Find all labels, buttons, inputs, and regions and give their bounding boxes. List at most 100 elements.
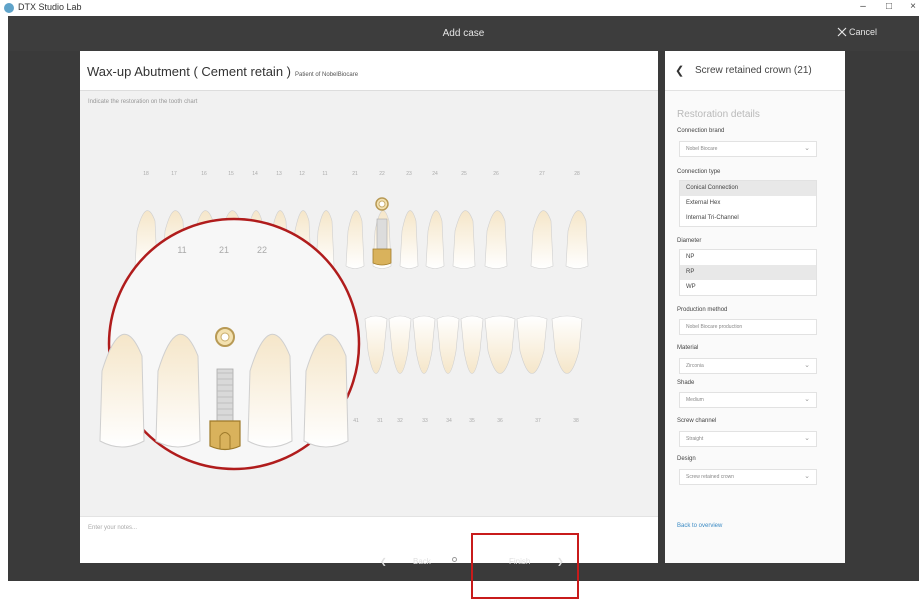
app-frame: Add case Cancel Wax-up Abutment ( Cement… [8, 16, 919, 581]
connection-brand-value: Nobel Biocare [686, 146, 718, 152]
screw-channel-label: Screw channel [677, 418, 717, 424]
tooth-number: 32 [397, 418, 403, 424]
tooth-number: 15 [228, 171, 234, 177]
shade-label: Shade [677, 380, 695, 386]
connection-type-option[interactable]: External Hex [680, 196, 816, 211]
material-value: Zirconia [686, 363, 704, 369]
tooth-number: 38 [573, 418, 579, 424]
close-icon [837, 27, 847, 37]
cancel-label: Cancel [848, 27, 877, 37]
diameter-option[interactable]: WP [680, 280, 816, 295]
lower-tooth[interactable] [412, 315, 436, 374]
lower-tooth[interactable] [551, 315, 583, 374]
tooth-number: 33 [422, 418, 428, 424]
zoom-implant-screw [216, 368, 234, 422]
chevron-down-icon: ⌄ [804, 473, 810, 480]
case-title-text: Wax-up Abutment ( Cement retain ) [87, 64, 291, 79]
page-title: Add case [442, 28, 485, 39]
chevron-left-icon[interactable]: ❮ [380, 557, 387, 566]
step-dot-inactive[interactable] [452, 557, 457, 562]
restoration-title: Screw retained crown (21) [695, 65, 812, 76]
tooth-number: 22 [379, 171, 385, 177]
tooth-number: 23 [406, 171, 412, 177]
lower-tooth[interactable] [436, 315, 460, 374]
connection-brand-label: Connection brand [677, 128, 725, 134]
case-subtitle: Patient of NobelBiocare [295, 72, 359, 78]
screw-channel-select[interactable]: Straight ⌄ [679, 431, 817, 447]
tooth-number: 13 [276, 171, 282, 177]
lower-tooth[interactable] [364, 315, 388, 374]
lower-tooth[interactable] [484, 315, 516, 374]
lower-tooth[interactable] [388, 315, 412, 374]
tooth-number: 17 [171, 171, 177, 177]
chevron-down-icon: ⌄ [804, 435, 810, 442]
app-logo-icon [4, 3, 14, 13]
minimize-button[interactable]: – [856, 1, 870, 12]
zoom-tooth[interactable] [99, 333, 145, 448]
zoom-abutment [209, 420, 241, 451]
design-select[interactable]: Screw retained crown ⌄ [679, 469, 817, 485]
tooth-number: 41 [353, 418, 359, 424]
case-title: Wax-up Abutment ( Cement retain ) Patient… [87, 64, 358, 79]
cancel-button[interactable]: Cancel [837, 27, 877, 37]
tooth-number: 14 [252, 171, 258, 177]
tooth-number: 12 [299, 171, 305, 177]
diameter-option[interactable]: NP [680, 250, 816, 265]
chart-instruction: Indicate the restoration on the tooth ch… [88, 99, 198, 105]
tooth-number: 21 [352, 171, 358, 177]
lower-tooth[interactable] [516, 315, 548, 374]
chevron-down-icon: ⌄ [804, 362, 810, 369]
upper-tooth[interactable] [425, 210, 445, 269]
shade-value: Medium [686, 397, 704, 403]
case-header: Wax-up Abutment ( Cement retain ) Patient… [80, 51, 658, 91]
tooth-number: 27 [539, 171, 545, 177]
connection-type-option[interactable]: Internal Tri-Channel [680, 211, 816, 226]
lower-teeth[interactable] [364, 315, 583, 374]
material-label: Material [677, 345, 699, 351]
maximize-button[interactable]: □ [882, 1, 896, 12]
app-title: DTX Studio Lab [18, 2, 82, 12]
tooth-number: 35 [469, 418, 475, 424]
header-bar: Add case Cancel [8, 16, 919, 51]
production-method-value: Nobel Biocare production [686, 324, 743, 330]
shade-select[interactable]: Medium ⌄ [679, 392, 817, 408]
material-select[interactable]: Zirconia ⌄ [679, 358, 817, 374]
lower-tooth-numbers: 41 31 32 33 34 35 36 37 38 [353, 418, 579, 424]
diameter-list: NP RP WP [679, 249, 817, 296]
tooth-number: 28 [574, 171, 580, 177]
upper-tooth[interactable] [399, 210, 419, 269]
back-to-overview-link[interactable]: Back to overview [677, 523, 722, 529]
zoom-tooth-number: 21 [219, 245, 229, 255]
lower-tooth[interactable] [460, 315, 484, 374]
wizard-navigation: ❮ Back Finish ❯ [8, 557, 919, 581]
upper-tooth[interactable] [484, 210, 508, 269]
tooth-number: 16 [201, 171, 207, 177]
close-window-button[interactable]: × [906, 1, 920, 12]
zoom-tooth-number: 22 [257, 245, 267, 255]
production-method-label: Production method [677, 307, 728, 313]
screw-channel-value: Straight [686, 436, 704, 442]
window-titlebar: DTX Studio Lab – □ × [0, 0, 924, 16]
diameter-option[interactable]: RP [680, 265, 816, 280]
production-method-field[interactable]: Nobel Biocare production [679, 319, 817, 335]
upper-tooth[interactable] [530, 210, 554, 269]
tooth-number: 26 [493, 171, 499, 177]
chevron-left-icon[interactable]: ❮ [675, 64, 684, 77]
upper-tooth[interactable] [452, 210, 476, 269]
connection-type-option[interactable]: Conical Connection [680, 181, 816, 196]
restoration-panel: ❮ Screw retained crown (21) Restoration … [665, 51, 845, 563]
notes-placeholder: Enter your notes... [88, 525, 138, 531]
upper-tooth[interactable] [345, 210, 365, 269]
back-button[interactable]: Back [413, 557, 431, 566]
tooth-number: 36 [497, 418, 503, 424]
tooth-number: 18 [143, 171, 149, 177]
restoration-header: ❮ Screw retained crown (21) [665, 51, 845, 91]
tooth-number: 37 [535, 418, 541, 424]
tooth-number: 24 [432, 171, 438, 177]
tooth-chart[interactable]: 18 17 16 15 14 13 12 11 21 22 23 24 25 26 27 28 41 31 32 3… [80, 111, 658, 516]
design-value: Screw retained crown [686, 474, 735, 480]
upper-tooth[interactable] [565, 210, 589, 269]
highlight-box [471, 533, 579, 599]
connection-brand-select[interactable]: Nobel Biocare ⌄ [679, 141, 817, 157]
tooth-chart-panel: Wax-up Abutment ( Cement retain ) Patient… [80, 51, 658, 563]
